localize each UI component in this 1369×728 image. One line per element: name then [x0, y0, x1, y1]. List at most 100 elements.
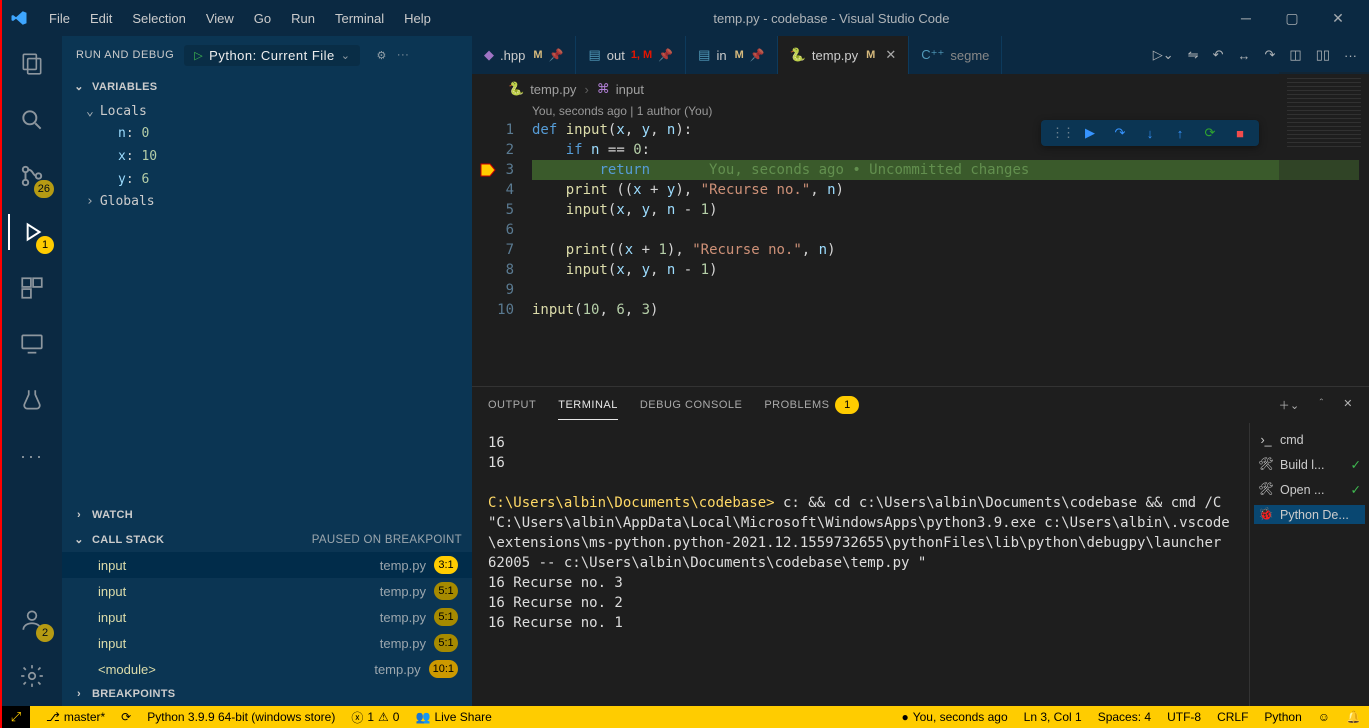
code-content[interactable]: def input(x, y, n): if n == 0: return Yo…	[532, 120, 1369, 320]
maximize-button[interactable]: ▢	[1269, 0, 1315, 36]
panel-tab-debugconsole[interactable]: DEBUG CONSOLE	[640, 399, 742, 411]
terminal-output[interactable]: 16 16 C:\Users\albin\Documents\codebase>…	[472, 423, 1249, 706]
variable-row[interactable]: x: 10	[62, 145, 472, 168]
activity-remote-icon[interactable]	[8, 326, 56, 362]
menu-terminal[interactable]: Terminal	[326, 7, 393, 30]
close-window-button[interactable]: ✕	[1315, 0, 1361, 36]
status-cursor-pos[interactable]: Ln 3, Col 1	[1024, 710, 1082, 724]
var-name: x	[118, 149, 126, 164]
tab-out[interactable]: ▤ out 1, M 📌	[576, 36, 686, 74]
tab-segme[interactable]: C⁺⁺ segme	[909, 36, 1002, 74]
close-tab-icon[interactable]: ✕	[885, 47, 896, 63]
go-fwd-icon[interactable]: ↔	[1237, 48, 1250, 63]
pin-icon[interactable]: 📌	[658, 48, 673, 62]
status-branch[interactable]: ⎇master*	[46, 710, 105, 724]
start-debug-icon[interactable]: ▷	[194, 49, 203, 62]
more-actions-icon[interactable]: ···	[397, 49, 410, 61]
status-feedback-icon[interactable]: ☺	[1318, 710, 1330, 724]
menu-help[interactable]: Help	[395, 7, 440, 30]
restart-icon[interactable]: ⟳	[1201, 125, 1219, 141]
variable-row[interactable]: y: 6	[62, 168, 472, 191]
tab-in[interactable]: ▤ in M 📌	[686, 36, 778, 74]
variables-scope-locals[interactable]: ⌄ Locals	[62, 101, 472, 122]
chevron-down-icon[interactable]: ⌄	[341, 49, 351, 62]
codelens-blame: You, seconds ago | 1 author (You)	[472, 104, 1369, 120]
step-into-icon[interactable]: ↓	[1141, 126, 1159, 141]
terminal-session[interactable]: 🐞 Python De...	[1254, 505, 1365, 524]
stack-frame[interactable]: input temp.py 5:1	[62, 604, 472, 630]
status-indent[interactable]: Spaces: 4	[1098, 710, 1151, 724]
activity-explorer-icon[interactable]	[8, 46, 56, 82]
activity-accounts-icon[interactable]: 2	[8, 602, 56, 638]
status-sync-icon[interactable]: ⟳	[121, 710, 131, 724]
status-bell-icon[interactable]: 🔔	[1346, 710, 1361, 724]
variable-row[interactable]: n: 0	[62, 122, 472, 145]
go-rev-icon[interactable]: ↷	[1264, 47, 1275, 63]
activity-testing-icon[interactable]	[8, 382, 56, 418]
stack-frame[interactable]: <module> temp.py 10:1	[62, 656, 472, 682]
symbol-function-icon: ⌘	[597, 81, 610, 97]
tab-temp-py[interactable]: 🐍 temp.py M ✕	[778, 36, 910, 74]
terminal-session[interactable]: 🛠 Open ... ✓	[1254, 480, 1365, 499]
activity-search-icon[interactable]	[8, 102, 56, 138]
tab-hpp[interactable]: ◆ .hpp M 📌	[472, 36, 576, 74]
step-over-icon[interactable]: ↷	[1111, 125, 1129, 141]
breadcrumb[interactable]: 🐍temp.py › ⌘input	[472, 74, 1369, 104]
new-terminal-icon[interactable]: ＋⌄	[1279, 397, 1300, 413]
menu-edit[interactable]: Edit	[81, 7, 121, 30]
launch-config-picker[interactable]: ▷ Python: Current File ⌄	[184, 45, 360, 66]
breakpoints-header[interactable]: › BREAKPOINTS	[62, 682, 472, 706]
remote-indicator[interactable]: ⤢	[2, 706, 30, 728]
drag-handle-icon[interactable]: ⋮⋮	[1051, 125, 1069, 141]
panel-tab-output[interactable]: OUTPUT	[488, 399, 536, 411]
activity-settings-icon[interactable]	[8, 658, 56, 694]
menu-file[interactable]: File	[40, 7, 79, 30]
tab-more-icon[interactable]: ···	[1344, 48, 1357, 63]
status-eol[interactable]: CRLF	[1217, 710, 1248, 724]
activity-scm-icon[interactable]: 26	[8, 158, 56, 194]
pin-icon[interactable]: 📌	[750, 48, 765, 62]
status-liveshare[interactable]: 👥Live Share	[415, 710, 491, 724]
activity-extensions-icon[interactable]	[8, 270, 56, 306]
configure-gear-icon[interactable]: ⚙	[376, 49, 386, 62]
status-interpreter[interactable]: Python 3.9.9 64-bit (windows store)	[147, 710, 335, 724]
stack-frame[interactable]: input temp.py 5:1	[62, 630, 472, 656]
stack-frame[interactable]: input temp.py 5:1	[62, 578, 472, 604]
debug-toolbar[interactable]: ⋮⋮ ▶ ↷ ↓ ↑ ⟳ ■	[1041, 120, 1259, 146]
panel-tab-problems[interactable]: PROBLEMS 1	[764, 396, 859, 414]
compare-icon[interactable]: ⇋	[1188, 47, 1199, 63]
run-debug-icon[interactable]: ▷⌄	[1153, 47, 1174, 63]
menu-go[interactable]: Go	[245, 7, 280, 30]
stack-frame[interactable]: input temp.py 3:1	[62, 552, 472, 578]
status-blame[interactable]: ●You, seconds ago	[901, 710, 1007, 724]
menu-selection[interactable]: Selection	[123, 7, 194, 30]
split-editor-icon[interactable]: ▯▯	[1316, 47, 1330, 63]
status-encoding[interactable]: UTF-8	[1167, 710, 1201, 724]
terminal-session[interactable]: 🛠 Build l... ✓	[1254, 455, 1365, 474]
activity-debug-icon[interactable]: 1	[8, 214, 56, 250]
code-editor[interactable]: 12345678910 def input(x, y, n): if n == …	[472, 120, 1369, 320]
variables-scope-globals[interactable]: › Globals	[62, 191, 472, 212]
panel-tab-terminal[interactable]: TERMINAL	[558, 399, 618, 411]
status-problems[interactable]: ⓧ1 ⚠0	[351, 709, 399, 726]
terminal-session[interactable]: ›_ cmd	[1254, 431, 1365, 449]
menu-view[interactable]: View	[197, 7, 243, 30]
stop-icon[interactable]: ■	[1231, 126, 1249, 141]
menu-run[interactable]: Run	[282, 7, 324, 30]
close-panel-icon[interactable]: ✕	[1343, 397, 1353, 413]
go-back-icon[interactable]: ↶	[1213, 47, 1224, 63]
continue-icon[interactable]: ▶	[1081, 125, 1099, 141]
callstack-header[interactable]: ⌄ CALL STACK PAUSED ON BREAKPOINT	[62, 527, 472, 552]
file-icon: ◆	[484, 47, 494, 63]
maximize-panel-icon[interactable]: ＾	[1316, 397, 1328, 413]
variables-header[interactable]: ⌄ VARIABLES	[62, 74, 472, 99]
minimap[interactable]	[1279, 74, 1369, 292]
activity-more-icon[interactable]: ···	[8, 438, 56, 474]
pin-icon[interactable]: 📌	[548, 48, 563, 62]
watch-header[interactable]: › WATCH	[62, 503, 472, 527]
status-language[interactable]: Python	[1264, 710, 1301, 724]
step-out-icon[interactable]: ↑	[1171, 126, 1189, 141]
problems-label: PROBLEMS	[764, 399, 829, 411]
split-toggle-icon[interactable]: ◫	[1289, 47, 1301, 63]
minimize-button[interactable]: ─	[1223, 0, 1269, 36]
